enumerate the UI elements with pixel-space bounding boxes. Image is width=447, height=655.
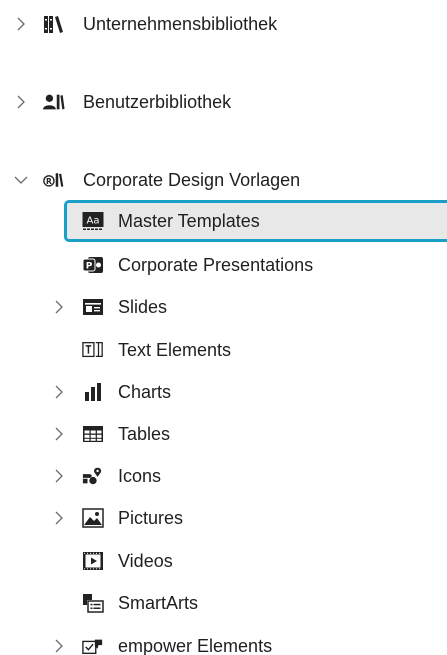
presentation-icon: P	[82, 254, 104, 276]
tree-item-label: Benutzerbibliothek	[83, 92, 232, 112]
tree-item-label: Master Templates	[118, 211, 260, 231]
text-elements-icon	[82, 339, 104, 361]
tree-item-label: Videos	[118, 551, 173, 571]
icons-icon	[82, 465, 104, 487]
master-templates-icon: Aa	[82, 210, 104, 232]
tree-item-pictures[interactable]: Pictures	[0, 498, 447, 538]
tree-item-corporate-design-vorlagen[interactable]: R Corporate Design Vorlagen	[0, 160, 447, 200]
svg-text:P: P	[86, 262, 93, 272]
chevron-right-icon[interactable]	[52, 511, 66, 525]
tables-icon	[82, 423, 104, 445]
tree-item-label: Pictures	[118, 508, 184, 528]
tree-item-master-templates[interactable]: Aa Master Templates	[0, 201, 447, 241]
videos-icon	[82, 550, 104, 572]
chevron-right-icon[interactable]	[52, 469, 66, 483]
tree-item-label: SmartArts	[118, 593, 199, 613]
tree-item-label: Corporate Presentations	[118, 255, 314, 275]
tree-item-corporate-presentations[interactable]: P Corporate Presentations	[0, 245, 447, 285]
charts-icon	[82, 381, 104, 403]
tree-item-unternehmensbibliothek[interactable]: Unternehmensbibliothek	[0, 4, 447, 44]
tree-item-label: Icons	[118, 466, 162, 486]
tree-item-tables[interactable]: Tables	[0, 414, 447, 454]
tree-item-slides[interactable]: Slides	[0, 287, 447, 327]
tree-item-empower-elements[interactable]: empower Elements	[0, 626, 447, 655]
chevron-right-icon[interactable]	[52, 427, 66, 441]
svg-text:Aa: Aa	[87, 216, 100, 227]
books-icon	[43, 13, 65, 35]
svg-text:R: R	[46, 177, 52, 186]
tree-item-label: Tables	[118, 424, 171, 444]
pictures-icon	[82, 507, 104, 529]
tree-item-benutzerbibliothek[interactable]: Benutzerbibliothek	[0, 82, 447, 122]
chevron-right-icon[interactable]	[52, 300, 66, 314]
tree-item-smartarts[interactable]: SmartArts	[0, 583, 447, 623]
tree-item-videos[interactable]: Videos	[0, 541, 447, 581]
registered-library-icon: R	[43, 169, 65, 191]
chevron-down-icon[interactable]	[14, 173, 28, 187]
tree-item-label: empower Elements	[118, 636, 273, 655]
tree-item-label: Slides	[118, 297, 168, 317]
tree-item-label: Unternehmensbibliothek	[83, 14, 278, 34]
chevron-right-icon[interactable]	[52, 639, 66, 653]
chevron-right-icon[interactable]	[14, 17, 28, 31]
slides-icon	[82, 296, 104, 318]
chevron-right-icon[interactable]	[52, 385, 66, 399]
tree-item-label: Charts	[118, 382, 172, 402]
user-library-icon	[43, 91, 65, 113]
tree-item-icons[interactable]: Icons	[0, 456, 447, 496]
tree-item-charts[interactable]: Charts	[0, 372, 447, 412]
tree-item-text-elements[interactable]: Text Elements	[0, 330, 447, 370]
chevron-right-icon[interactable]	[14, 95, 28, 109]
smartarts-icon	[82, 592, 104, 614]
tree-item-label: Text Elements	[118, 340, 232, 360]
empower-elements-icon	[82, 635, 104, 655]
tree-item-label: Corporate Design Vorlagen	[83, 170, 301, 190]
library-tree: Unternehmensbibliothek Benutzerbibliothe…	[0, 0, 447, 655]
